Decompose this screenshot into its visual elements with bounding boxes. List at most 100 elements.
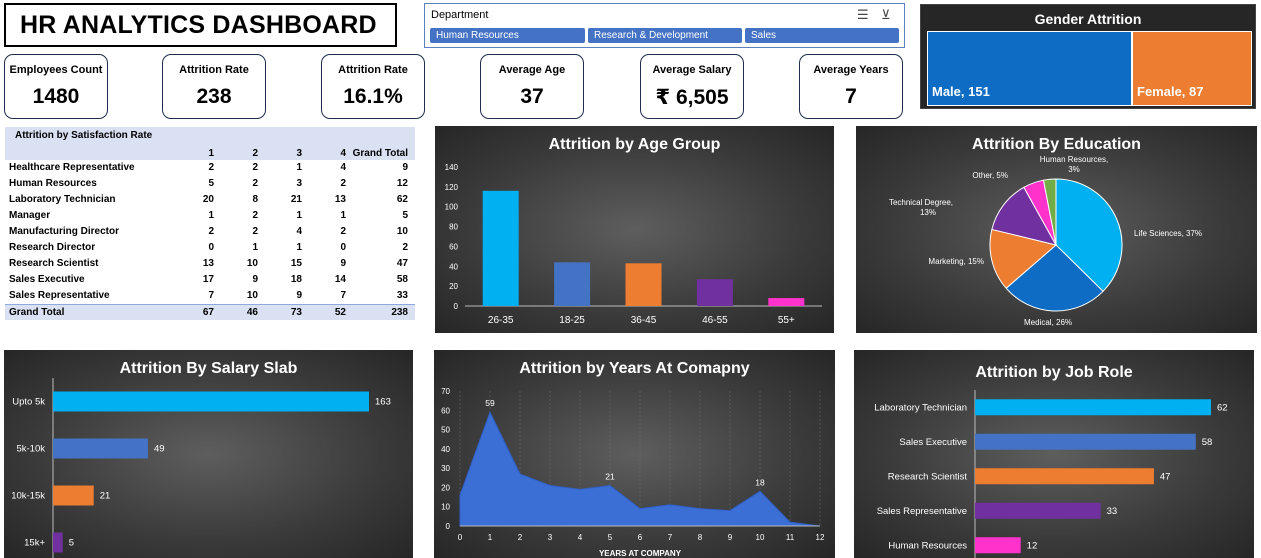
y-tick-label: 0 <box>454 302 459 311</box>
pivot-cell: 1 <box>252 242 258 253</box>
pivot-cell: 9 <box>402 162 408 173</box>
pivot-cell: 3 <box>296 178 302 189</box>
years-chart-plot: 0102030405060700 1 2 3 4 5 6 7 8 9 10 11 12592118YEA… <box>441 387 825 558</box>
data-label: 59 <box>485 398 495 408</box>
data-label: 21 <box>605 472 615 482</box>
pie-label: Marketing, 15% <box>928 257 984 266</box>
pivot-cell: 2 <box>402 242 408 253</box>
category-label: 10k-15k <box>11 491 45 502</box>
slicer-item-sales[interactable]: Sales <box>745 28 899 43</box>
bar-Sales Representative <box>975 502 1101 519</box>
pivot-cell: 1 <box>340 210 346 221</box>
pivot-row-label: Research Director <box>9 242 96 253</box>
pivot-cell: 9 <box>296 290 302 301</box>
pivot-cell: 2 <box>252 178 258 189</box>
data-label: 62 <box>1217 402 1228 413</box>
pivot-col-header: Grand Total <box>352 148 408 159</box>
pivot-row-label: Manufacturing Director <box>9 226 120 237</box>
slicer-item-human-resources[interactable]: Human Resources <box>430 28 585 43</box>
pivot-cell: 9 <box>340 258 346 269</box>
slicer-item-research-development[interactable]: Research & Development <box>588 28 742 43</box>
salary-slab-chart: Attrition By Salary Slab Upto 5k 163 5k-10… <box>4 350 413 558</box>
x-tick-label: 2 <box>518 533 523 542</box>
category-label: Laboratory Technician <box>874 402 967 413</box>
pivot-cell: 46 <box>246 307 258 318</box>
pivot-row: Laboratory Technician 20 8 21 13 62 <box>5 192 415 208</box>
data-label: 12 <box>1027 540 1038 551</box>
kpi-attrition-count: Attrition Rate 238 <box>162 54 266 119</box>
x-tick-label: 7 <box>668 533 673 542</box>
y-tick-label: 10 <box>441 503 450 512</box>
pivot-cell: 47 <box>396 258 408 269</box>
x-tick-label: 0 <box>458 533 463 542</box>
pivot-grand-total-row: Grand Total 67 46 73 52 238 <box>5 304 415 320</box>
pivot-cell: 73 <box>290 307 302 318</box>
pivot-cell: 1 <box>296 210 302 221</box>
data-label: 58 <box>1202 437 1213 448</box>
pivot-cell: 33 <box>396 290 408 301</box>
pie-label: 13% <box>920 208 936 217</box>
multi-select-icon[interactable]: ☰ <box>857 7 869 23</box>
pivot-cell: 12 <box>396 178 408 189</box>
pivot-cell: 2 <box>252 210 258 221</box>
category-label: Upto 5k <box>12 397 45 408</box>
female-label: Female, 87 <box>1137 84 1204 99</box>
pivot-row: Sales Executive 17 9 18 14 58 <box>5 272 415 288</box>
pivot-row: Sales Representative 7 10 9 7 33 <box>5 288 415 304</box>
category-label: 15k+ <box>24 538 45 549</box>
category-label: Sales Executive <box>899 437 967 448</box>
y-tick-label: 120 <box>445 183 459 192</box>
bar-15k+ <box>53 532 63 553</box>
pivot-cell: 15 <box>290 258 302 269</box>
gender-attrition-chart: Gender Attrition Male, 151 Female, 87 <box>920 4 1256 109</box>
pivot-header: Attrition by Satisfaction Rate 1 2 3 4 G… <box>5 127 415 160</box>
kpi-average-years: Average Years 7 <box>799 54 903 119</box>
pie-label: Medical, 26% <box>1024 318 1072 327</box>
kpi-value: 238 <box>196 85 232 108</box>
data-label: 163 <box>375 397 391 408</box>
pivot-cell: 2 <box>252 162 258 173</box>
pivot-row-label: Healthcare Representative <box>9 162 135 173</box>
pivot-cell: 2 <box>208 162 214 173</box>
kpi-employees-count: Employees Count 1480 <box>4 54 108 119</box>
area-series <box>459 410 821 527</box>
pivot-row-label: Manager <box>9 210 51 221</box>
kpi-average-age: Average Age 37 <box>480 54 584 119</box>
pivot-row: Research Director 0 1 1 0 2 <box>5 240 415 256</box>
bar-10k-15k <box>53 485 94 506</box>
data-label: 49 <box>154 444 165 455</box>
data-label: 21 <box>100 491 111 502</box>
pivot-row-label: Sales Executive <box>9 274 85 285</box>
x-tick-label: 9 <box>728 533 733 542</box>
pivot-row: Research Scientist 13 10 15 9 47 <box>5 256 415 272</box>
pivot-cell: 2 <box>340 226 346 237</box>
pivot-cell: 14 <box>334 274 346 285</box>
bar-Laboratory Technician <box>975 399 1211 416</box>
pivot-cell: 0 <box>340 242 346 253</box>
bar-46-55 <box>696 279 733 306</box>
x-tick-label: 3 <box>548 533 553 542</box>
bar-Human Resources <box>975 537 1021 554</box>
data-label: 18 <box>755 477 765 487</box>
age-chart-plot: 0 20 40 60 80 100 120 140 26-35 18-25 36-45 46-55 55… <box>445 163 822 326</box>
kpi-label: Attrition Rate <box>179 64 249 76</box>
y-tick-label: 20 <box>449 282 458 291</box>
pivot-row-label: Human Resources <box>9 178 97 189</box>
pivot-cell: 4 <box>340 162 346 173</box>
x-tick-label: 10 <box>756 533 765 542</box>
pivot-cell: 10 <box>396 226 408 237</box>
pie-label: Life Sciences, 37% <box>1134 229 1202 238</box>
bar-5k-10k <box>53 438 148 459</box>
pivot-cell: 17 <box>202 274 214 285</box>
x-tick-label: 4 <box>578 533 583 542</box>
dashboard-title: HR ANALYTICS DASHBOARD <box>4 3 397 47</box>
pivot-cell: 0 <box>208 242 214 253</box>
category-label: Research Scientist <box>888 471 968 482</box>
data-label: 33 <box>1107 506 1118 517</box>
pivot-cell: 7 <box>340 290 346 301</box>
x-tick-label: 12 <box>816 533 825 542</box>
pivot-cell: 5 <box>402 210 408 221</box>
pivot-row-label: Laboratory Technician <box>9 194 116 205</box>
jobrole-chart-plot: Laboratory Technician 62 Sales Executive 58… <box>874 390 1228 558</box>
clear-filter-icon[interactable]: ⊻ <box>881 7 891 23</box>
